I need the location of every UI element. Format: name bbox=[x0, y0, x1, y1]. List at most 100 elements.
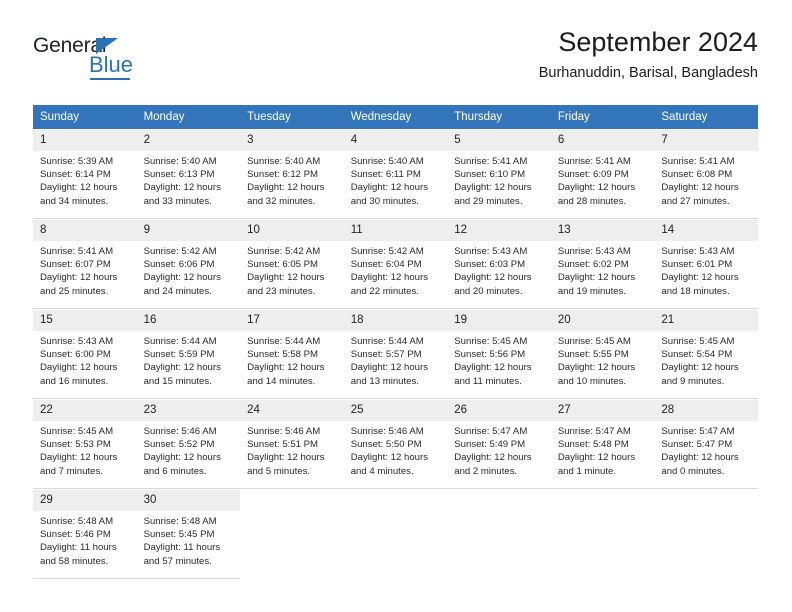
day-details: Sunrise: 5:41 AM Sunset: 6:08 PM Daylight:… bbox=[654, 151, 758, 208]
calendar-day[interactable]: 3 Sunrise: 5:40 AM Sunset: 6:12 PM Daylight… bbox=[240, 130, 344, 219]
calendar-day[interactable]: 20 Sunrise: 5:45 AM Sunset: 5:55 PM Dayligh… bbox=[550, 310, 655, 399]
sunset-time: Sunset: 6:06 PM bbox=[143, 259, 215, 271]
calendar-day[interactable]: 9 Sunrise: 5:42 AM Sunset: 6:06 PM Daylight… bbox=[136, 220, 241, 309]
calendar-day[interactable]: 25 Sunrise: 5:46 AM Sunset: 5:50 PM Dayligh… bbox=[343, 400, 448, 489]
weekday-header-friday: Friday bbox=[550, 105, 655, 130]
calendar-cell[interactable]: 30 Sunrise: 5:48 AM Sunset: 5:45 PM Dayligh… bbox=[136, 489, 241, 579]
daylight-duration-line1: Daylight: 12 hours bbox=[661, 362, 739, 374]
calendar-cell[interactable]: 16 Sunrise: 5:44 AM Sunset: 5:59 PM Dayligh… bbox=[136, 309, 241, 400]
day-details: Sunrise: 5:42 AM Sunset: 6:06 PM Daylight:… bbox=[137, 241, 241, 298]
calendar-cell[interactable]: 20 Sunrise: 5:45 AM Sunset: 5:55 PM Dayligh… bbox=[550, 309, 655, 400]
calendar-cell[interactable]: 4 Sunrise: 5:40 AM Sunset: 6:11 PM Daylight… bbox=[343, 129, 448, 220]
calendar-day[interactable]: 12 Sunrise: 5:43 AM Sunset: 6:03 PM Dayligh… bbox=[447, 220, 551, 309]
calendar-cell[interactable]: 3 Sunrise: 5:40 AM Sunset: 6:12 PM Daylight… bbox=[240, 129, 344, 220]
daylight-duration-line1: Daylight: 12 hours bbox=[247, 272, 325, 284]
calendar-cell[interactable]: 24 Sunrise: 5:46 AM Sunset: 5:51 PM Dayligh… bbox=[240, 399, 344, 490]
daylight-duration-line2: and 22 minutes. bbox=[350, 285, 419, 297]
daylight-duration-line1: Daylight: 12 hours bbox=[454, 452, 532, 464]
calendar-day[interactable]: 29 Sunrise: 5:48 AM Sunset: 5:46 PM Dayligh… bbox=[33, 490, 137, 579]
calendar-day[interactable]: 5 Sunrise: 5:41 AM Sunset: 6:10 PM Daylight… bbox=[447, 130, 551, 219]
calendar-day[interactable]: 26 Sunrise: 5:47 AM Sunset: 5:49 PM Dayligh… bbox=[447, 400, 551, 489]
calendar-cell[interactable]: 9 Sunrise: 5:42 AM Sunset: 6:06 PM Daylight… bbox=[136, 219, 241, 310]
daylight-duration-line2: and 1 minute. bbox=[557, 465, 616, 477]
day-number: 8 bbox=[33, 220, 137, 241]
weekday-header-sunday: Sunday bbox=[33, 105, 137, 130]
calendar-day[interactable]: 18 Sunrise: 5:44 AM Sunset: 5:57 PM Dayligh… bbox=[343, 310, 448, 399]
calendar-day[interactable]: 10 Sunrise: 5:42 AM Sunset: 6:05 PM Dayligh… bbox=[240, 220, 344, 309]
calendar-day[interactable]: 14 Sunrise: 5:43 AM Sunset: 6:01 PM Dayligh… bbox=[654, 220, 758, 309]
calendar-cell[interactable]: 19 Sunrise: 5:45 AM Sunset: 5:56 PM Dayligh… bbox=[447, 309, 551, 400]
calendar-day[interactable]: 15 Sunrise: 5:43 AM Sunset: 6:00 PM Dayligh… bbox=[33, 310, 137, 399]
calendar-day[interactable]: 7 Sunrise: 5:41 AM Sunset: 6:08 PM Daylight… bbox=[654, 130, 758, 219]
sunrise-time: Sunrise: 5:40 AM bbox=[143, 156, 217, 167]
daylight-duration-line1: Daylight: 12 hours bbox=[661, 272, 739, 284]
calendar-cell[interactable]: 11 Sunrise: 5:42 AM Sunset: 6:04 PM Dayligh… bbox=[343, 219, 448, 310]
daylight-duration-line2: and 13 minutes. bbox=[350, 375, 419, 387]
calendar-day[interactable]: 6 Sunrise: 5:41 AM Sunset: 6:09 PM Daylight… bbox=[550, 130, 655, 219]
daylight-duration-line1: Daylight: 12 hours bbox=[143, 272, 221, 284]
calendar-week-row: 8 Sunrise: 5:41 AM Sunset: 6:07 PM Daylight… bbox=[33, 219, 758, 310]
calendar-week-row: 22 Sunrise: 5:45 AM Sunset: 5:53 PM Dayligh… bbox=[33, 399, 758, 490]
page-subtitle: Burhanuddin, Barisal, Bangladesh bbox=[538, 65, 758, 81]
calendar-cell[interactable]: 8 Sunrise: 5:41 AM Sunset: 6:07 PM Daylight… bbox=[33, 219, 137, 310]
calendar-day[interactable]: 22 Sunrise: 5:45 AM Sunset: 5:53 PM Dayligh… bbox=[33, 400, 137, 489]
day-details: Sunrise: 5:47 AM Sunset: 5:47 PM Daylight:… bbox=[654, 421, 758, 478]
calendar-day[interactable]: 30 Sunrise: 5:48 AM Sunset: 5:45 PM Dayligh… bbox=[136, 490, 241, 579]
sunset-time: Sunset: 6:05 PM bbox=[247, 259, 319, 271]
day-number: 21 bbox=[654, 310, 758, 331]
calendar-cell[interactable]: 5 Sunrise: 5:41 AM Sunset: 6:10 PM Daylight… bbox=[447, 129, 551, 220]
sunrise-time: Sunrise: 5:43 AM bbox=[661, 246, 735, 257]
calendar-cell[interactable]: 14 Sunrise: 5:43 AM Sunset: 6:01 PM Dayligh… bbox=[654, 219, 758, 310]
sunrise-time: Sunrise: 5:43 AM bbox=[454, 246, 528, 257]
calendar-cell[interactable]: 6 Sunrise: 5:41 AM Sunset: 6:09 PM Daylight… bbox=[550, 129, 655, 220]
day-details: Sunrise: 5:41 AM Sunset: 6:07 PM Daylight:… bbox=[33, 241, 137, 298]
day-details: Sunrise: 5:40 AM Sunset: 6:11 PM Daylight:… bbox=[344, 151, 448, 208]
calendar-day[interactable]: 4 Sunrise: 5:40 AM Sunset: 6:11 PM Daylight… bbox=[343, 130, 448, 219]
calendar-cell[interactable]: 22 Sunrise: 5:45 AM Sunset: 5:53 PM Dayligh… bbox=[33, 399, 137, 490]
calendar-cell[interactable]: 21 Sunrise: 5:45 AM Sunset: 5:54 PM Dayligh… bbox=[654, 309, 758, 400]
sunset-time: Sunset: 6:14 PM bbox=[40, 169, 111, 181]
calendar-cell bbox=[447, 489, 551, 579]
sunset-time: Sunset: 5:52 PM bbox=[143, 439, 215, 451]
calendar-cell[interactable]: 27 Sunrise: 5:47 AM Sunset: 5:48 PM Dayligh… bbox=[550, 399, 655, 490]
calendar-cell[interactable]: 15 Sunrise: 5:43 AM Sunset: 6:00 PM Dayligh… bbox=[33, 309, 137, 400]
calendar-day[interactable]: 19 Sunrise: 5:45 AM Sunset: 5:56 PM Dayligh… bbox=[447, 310, 551, 399]
calendar-day[interactable]: 13 Sunrise: 5:43 AM Sunset: 6:02 PM Dayligh… bbox=[550, 220, 655, 309]
calendar-day[interactable]: 23 Sunrise: 5:46 AM Sunset: 5:52 PM Dayligh… bbox=[136, 400, 241, 489]
calendar-day[interactable]: 17 Sunrise: 5:44 AM Sunset: 5:58 PM Dayligh… bbox=[240, 310, 344, 399]
daylight-duration-line2: and 27 minutes. bbox=[661, 195, 730, 207]
sunrise-time: Sunrise: 5:42 AM bbox=[247, 246, 321, 257]
calendar-cell[interactable]: 1 Sunrise: 5:39 AM Sunset: 6:14 PM Daylight… bbox=[33, 129, 137, 220]
daylight-duration-line2: and 16 minutes. bbox=[40, 375, 109, 387]
calendar-cell[interactable]: 23 Sunrise: 5:46 AM Sunset: 5:52 PM Dayligh… bbox=[136, 399, 241, 490]
calendar-day[interactable]: 28 Sunrise: 5:47 AM Sunset: 5:47 PM Dayligh… bbox=[654, 400, 758, 489]
calendar-day[interactable]: 16 Sunrise: 5:44 AM Sunset: 5:59 PM Dayligh… bbox=[136, 310, 241, 399]
calendar-cell[interactable]: 18 Sunrise: 5:44 AM Sunset: 5:57 PM Dayligh… bbox=[343, 309, 448, 400]
calendar-cell[interactable]: 25 Sunrise: 5:46 AM Sunset: 5:50 PM Dayligh… bbox=[343, 399, 448, 490]
calendar-cell[interactable]: 12 Sunrise: 5:43 AM Sunset: 6:03 PM Dayligh… bbox=[447, 219, 551, 310]
calendar-cell[interactable]: 13 Sunrise: 5:43 AM Sunset: 6:02 PM Dayligh… bbox=[550, 219, 655, 310]
calendar-cell[interactable]: 17 Sunrise: 5:44 AM Sunset: 5:58 PM Dayligh… bbox=[240, 309, 344, 400]
calendar-day[interactable]: 1 Sunrise: 5:39 AM Sunset: 6:14 PM Daylight… bbox=[33, 130, 137, 219]
calendar-cell[interactable]: 10 Sunrise: 5:42 AM Sunset: 6:05 PM Dayligh… bbox=[240, 219, 344, 310]
calendar-cell[interactable]: 2 Sunrise: 5:40 AM Sunset: 6:13 PM Daylight… bbox=[136, 129, 241, 220]
daylight-duration-line2: and 2 minutes. bbox=[454, 465, 518, 477]
sunset-time: Sunset: 5:45 PM bbox=[143, 529, 215, 541]
calendar-day[interactable]: 24 Sunrise: 5:46 AM Sunset: 5:51 PM Dayligh… bbox=[240, 400, 344, 489]
calendar-day[interactable]: 21 Sunrise: 5:45 AM Sunset: 5:54 PM Dayligh… bbox=[654, 310, 758, 399]
calendar-cell[interactable]: 26 Sunrise: 5:47 AM Sunset: 5:49 PM Dayligh… bbox=[447, 399, 551, 490]
sunrise-time: Sunrise: 5:41 AM bbox=[661, 156, 735, 167]
sunset-time: Sunset: 6:01 PM bbox=[661, 259, 733, 271]
weekday-header-tuesday: Tuesday bbox=[240, 105, 344, 130]
calendar-day[interactable]: 2 Sunrise: 5:40 AM Sunset: 6:13 PM Daylight… bbox=[136, 130, 241, 219]
daylight-duration-line1: Daylight: 12 hours bbox=[661, 452, 739, 464]
calendar-cell[interactable]: 7 Sunrise: 5:41 AM Sunset: 6:08 PM Daylight… bbox=[654, 129, 758, 220]
calendar-day[interactable]: 11 Sunrise: 5:42 AM Sunset: 6:04 PM Dayligh… bbox=[343, 220, 448, 309]
calendar-cell[interactable]: 28 Sunrise: 5:47 AM Sunset: 5:47 PM Dayligh… bbox=[654, 399, 758, 490]
sunset-time: Sunset: 6:03 PM bbox=[454, 259, 526, 271]
calendar-cell[interactable]: 29 Sunrise: 5:48 AM Sunset: 5:46 PM Dayligh… bbox=[33, 489, 137, 579]
calendar-day[interactable]: 8 Sunrise: 5:41 AM Sunset: 6:07 PM Daylight… bbox=[33, 220, 137, 309]
logo-text-blue: Blue bbox=[89, 52, 134, 77]
day-number: 26 bbox=[447, 400, 551, 421]
calendar-day[interactable]: 27 Sunrise: 5:47 AM Sunset: 5:48 PM Dayligh… bbox=[550, 400, 655, 489]
